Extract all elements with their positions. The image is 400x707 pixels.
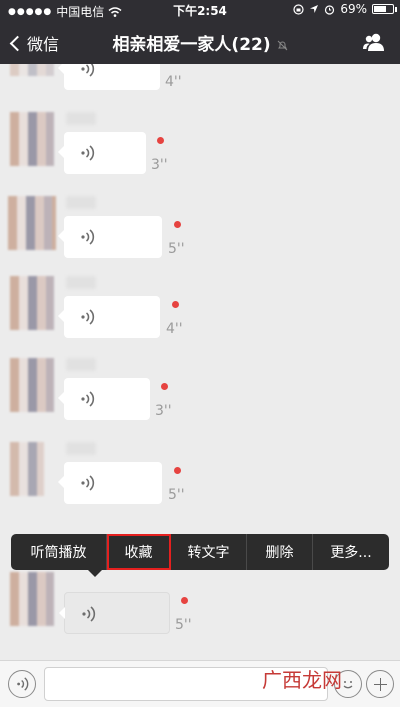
voice-wave-icon (81, 309, 95, 325)
menu-item-delete[interactable]: 删除 (247, 534, 313, 570)
sender-avatar[interactable] (10, 572, 54, 626)
message-row: 5'' (0, 442, 400, 524)
voice-message-bubble[interactable] (58, 64, 160, 90)
watermark: 广西龙网 (262, 668, 342, 692)
voice-wave-icon (81, 391, 95, 407)
sender-avatar[interactable] (10, 442, 44, 496)
sender-name (66, 276, 96, 289)
unread-dot (172, 301, 179, 308)
menu-item-convert-to-text[interactable]: 转文字 (171, 534, 247, 570)
top-bar: ●●●●● 中国电信 下午2:54 69% 微信 相亲相爱一家人(22) (0, 0, 400, 64)
status-bar: ●●●●● 中国电信 下午2:54 69% (0, 0, 400, 20)
sender-avatar[interactable] (8, 196, 56, 250)
menu-item-earpiece-play[interactable]: 听筒播放 (11, 534, 107, 570)
sender-avatar[interactable] (10, 112, 54, 166)
message-row: 4'' (0, 276, 400, 358)
voice-duration: 3'' (151, 157, 168, 173)
unread-dot (181, 597, 188, 604)
unread-dot (157, 137, 164, 144)
voice-wave-icon (82, 606, 96, 622)
sender-avatar[interactable] (10, 358, 54, 412)
unread-dot (161, 383, 168, 390)
sender-name (66, 442, 96, 455)
back-label: 微信 (27, 35, 60, 54)
voice-duration: 5'' (168, 487, 185, 503)
sender-name (66, 112, 96, 125)
menu-item-favorite[interactable]: 收藏 (107, 534, 171, 570)
rotation-lock-icon (293, 3, 304, 15)
voice-wave-icon (17, 677, 29, 691)
nav-bar: 微信 相亲相爱一家人(22) (0, 22, 400, 64)
voice-duration: 3'' (155, 403, 172, 419)
voice-duration: 5'' (175, 617, 192, 633)
voice-message-bubble[interactable] (58, 216, 162, 258)
unread-dot (174, 221, 181, 228)
voice-message-bubble[interactable] (58, 462, 162, 504)
voice-wave-icon (81, 64, 95, 77)
chat-title-text: 相亲相爱一家人(22) (112, 35, 271, 55)
sender-avatar[interactable] (10, 276, 54, 330)
unread-dot (174, 467, 181, 474)
message-row: 3'' (0, 358, 400, 440)
chat-title: 相亲相爱一家人(22) (100, 30, 300, 55)
voice-wave-icon (81, 475, 95, 491)
chevron-left-icon (9, 35, 26, 51)
voice-message-bubble[interactable] (58, 378, 150, 420)
voice-duration: 5'' (168, 241, 185, 257)
location-icon (310, 5, 319, 13)
battery-percent: 69% (340, 2, 367, 16)
message-context-menu: 听筒播放 收藏 转文字 删除 更多... (11, 534, 389, 570)
more-input-button[interactable] (366, 670, 394, 698)
sender-name (66, 196, 96, 209)
message-row: 5'' (0, 572, 400, 654)
sender-avatar[interactable] (10, 64, 54, 76)
voice-input-toggle[interactable] (8, 670, 36, 698)
alarm-icon (325, 4, 335, 15)
voice-duration: 4'' (166, 321, 183, 337)
message-row: 3'' (0, 112, 400, 194)
voice-message-bubble-selected[interactable] (59, 592, 170, 634)
menu-pointer (87, 569, 103, 577)
sender-name (66, 358, 96, 371)
group-members-icon[interactable] (362, 32, 386, 52)
voice-message-bubble[interactable] (58, 296, 160, 338)
message-row: 5'' (0, 196, 400, 278)
chat-message-list[interactable]: 4'' 3'' 5'' 4'' 3'' 5'' 5'' (0, 64, 400, 660)
voice-message-bubble[interactable] (58, 132, 146, 174)
menu-item-more[interactable]: 更多... (313, 534, 389, 570)
back-button[interactable]: 微信 (8, 31, 59, 55)
battery-icon (372, 4, 397, 14)
voice-wave-icon (81, 145, 95, 161)
message-row: 4'' (0, 64, 400, 118)
voice-wave-icon (81, 229, 95, 245)
mute-icon (277, 40, 287, 51)
voice-duration: 4'' (165, 74, 182, 90)
